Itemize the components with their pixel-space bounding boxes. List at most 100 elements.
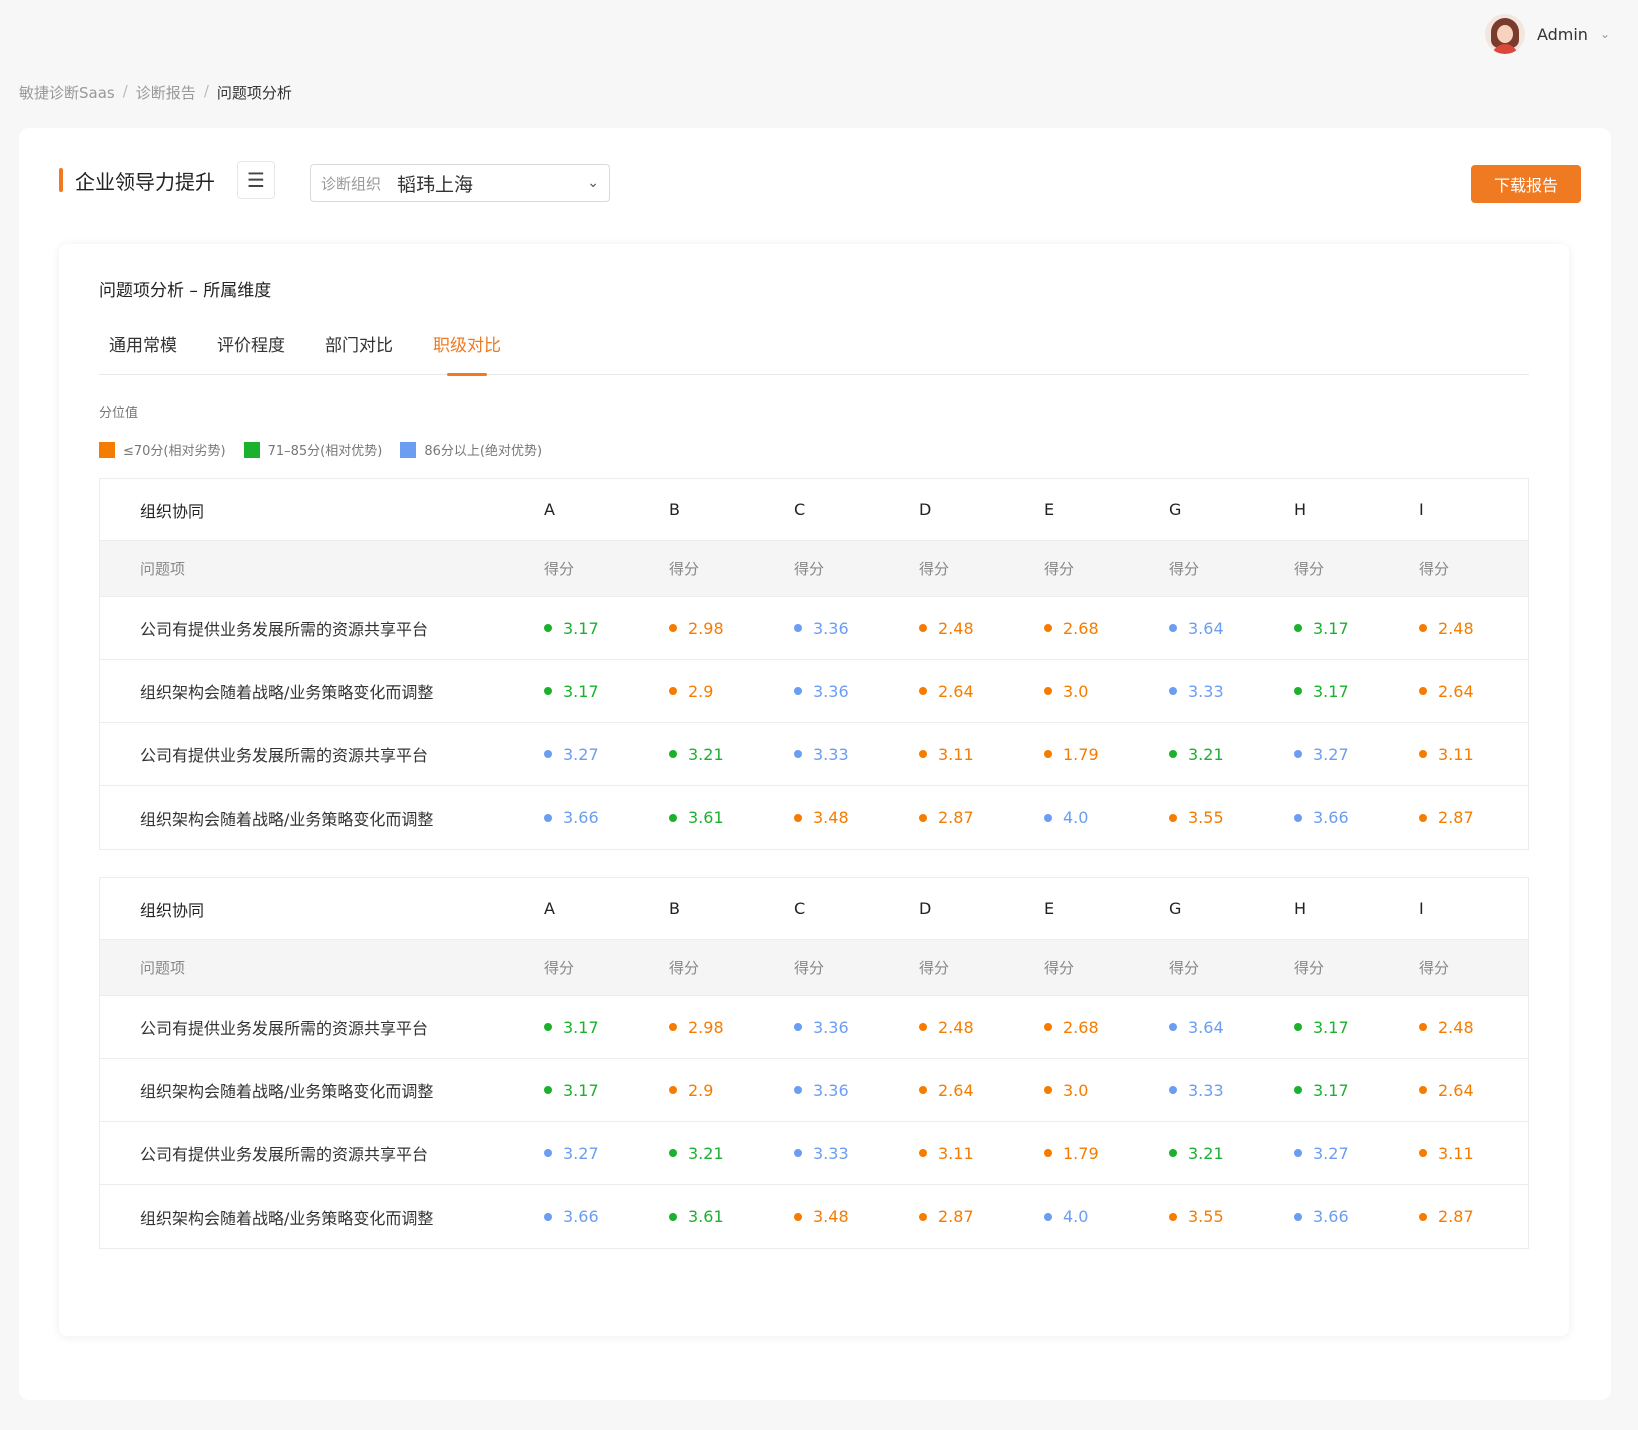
score-table: 组织协同 A B C D E G H I 问题项 得分 得分 得分 得分 得分 得分 得分 得分 公司有提供业务发展…: [99, 478, 1529, 850]
score-value: 3.17: [1313, 1017, 1349, 1037]
score-dot-icon: [1419, 1086, 1427, 1094]
table-row: 公司有提供业务发展所需的资源共享平台 3.17 2.98 3.36 2.48 2.68 3.…: [100, 597, 1528, 660]
table-header-row: 组织协同 A B C D E G H I: [100, 479, 1528, 541]
user-name[interactable]: Admin: [1537, 25, 1588, 44]
avatar[interactable]: [1484, 14, 1525, 54]
score-dot-icon: [1169, 1023, 1177, 1031]
breadcrumb-item-report[interactable]: 诊断报告: [136, 82, 196, 103]
score-value: 2.9: [688, 1080, 714, 1100]
item-header: 问题项: [140, 560, 186, 578]
breadcrumb-item-saas[interactable]: 敏捷诊断Saas: [19, 82, 115, 103]
score-dot-icon: [794, 1149, 802, 1157]
score-value: 3.55: [1188, 1207, 1224, 1226]
score-cell: 2.48: [1399, 619, 1524, 638]
score-cell: 2.98: [649, 619, 774, 638]
score-header: 得分: [1419, 959, 1450, 977]
score-dot-icon: [919, 813, 927, 822]
score-cell: 3.66: [524, 808, 649, 827]
column-header: I: [1419, 500, 1424, 519]
score-value: 3.66: [1313, 808, 1349, 827]
score-cell: 3.36: [774, 682, 899, 701]
chevron-down-icon[interactable]: ⌄: [587, 175, 599, 191]
score-cell: 3.11: [899, 745, 1024, 764]
score-dot-icon: [794, 750, 802, 758]
menu-button[interactable]: ☰: [237, 161, 275, 199]
score-value: 2.87: [1438, 1207, 1474, 1226]
score-cell: 3.27: [524, 745, 649, 764]
score-value: 3.21: [688, 1143, 724, 1163]
question-item: 组织架构会随着战略/业务策略变化而调整: [140, 1208, 434, 1228]
legend-label: 71–85分(相对优势): [267, 444, 383, 459]
score-cell: 3.17: [524, 619, 649, 638]
score-value: 3.21: [1188, 744, 1224, 764]
column-header: D: [919, 899, 932, 918]
score-dot-icon: [794, 687, 802, 695]
item-header: 问题项: [140, 959, 186, 977]
score-dot-icon: [794, 1212, 802, 1221]
score-dot-icon: [1294, 687, 1302, 695]
score-dot-icon: [1169, 1086, 1177, 1094]
breadcrumb: 敏捷诊断Saas / 诊断报告 / 问题项分析: [19, 82, 292, 103]
tab-3[interactable]: 部门对比: [315, 330, 403, 375]
breadcrumb-separator: /: [203, 82, 209, 100]
column-header: A: [544, 500, 555, 519]
score-cell: 3.17: [1274, 682, 1399, 701]
score-cell: 3.48: [774, 1207, 899, 1226]
score-cell: 4.0: [1024, 1207, 1149, 1226]
org-select-value[interactable]: 韬玮上海: [397, 170, 587, 197]
score-dot-icon: [1169, 624, 1177, 632]
score-value: 2.87: [1438, 808, 1474, 827]
table-row: 公司有提供业务发展所需的资源共享平台 3.17 2.98 3.36 2.48 2.68 3.…: [100, 996, 1528, 1059]
score-cell: 3.36: [774, 1018, 899, 1037]
score-value: 3.48: [813, 808, 849, 827]
score-dot-icon: [1294, 1023, 1302, 1031]
score-dot-icon: [669, 1086, 677, 1094]
org-select[interactable]: 诊断组织 韬玮上海 ⌄: [310, 164, 610, 202]
score-dot-icon: [919, 624, 927, 632]
score-dot-icon: [1044, 687, 1052, 695]
score-cell: 4.0: [1024, 808, 1149, 827]
page-title: 企业领导力提升: [75, 169, 215, 194]
score-cell: 2.48: [1399, 1018, 1524, 1037]
top-bar: Admin ⌄: [0, 0, 1638, 66]
tab-1[interactable]: 通用常模: [99, 330, 187, 375]
score-value: 2.64: [938, 1080, 974, 1100]
score-cell: 3.36: [774, 1081, 899, 1100]
column-header: A: [544, 899, 555, 918]
download-report-button[interactable]: 下载报告: [1471, 165, 1581, 203]
score-cell: 3.11: [1399, 1144, 1524, 1163]
score-dot-icon: [1044, 1149, 1052, 1157]
main-card: 企业领导力提升 ☰ 诊断组织 韬玮上海 ⌄ 下载报告 问题项分析 – 所属维度 …: [19, 128, 1611, 1400]
tab-4[interactable]: 职级对比: [423, 330, 511, 376]
score-value: 3.36: [813, 618, 849, 638]
score-cell: 2.87: [899, 1207, 1024, 1226]
score-cell: 3.55: [1149, 1207, 1274, 1226]
score-header: 得分: [669, 959, 700, 977]
legend: ≤70分(相对劣势) 71–85分(相对优势) 86分以上(绝对优势): [99, 440, 542, 459]
tab-2[interactable]: 评价程度: [207, 330, 295, 375]
score-value: 3.17: [563, 1017, 599, 1037]
dimension-name: 组织协同: [140, 900, 205, 920]
score-header: 得分: [919, 959, 950, 977]
score-table: 组织协同 A B C D E G H I 问题项 得分 得分 得分 得分 得分 得分 得分 得分 公司有提供业务发展…: [99, 877, 1529, 1249]
legend-item: 86分以上(绝对优势): [400, 440, 542, 459]
score-dot-icon: [544, 1212, 552, 1221]
chevron-down-icon[interactable]: ⌄: [1600, 27, 1610, 41]
table-row: 组织架构会随着战略/业务策略变化而调整 3.66 3.61 3.48 2.87 4.0 3.…: [100, 1185, 1528, 1248]
question-item: 组织架构会随着战略/业务策略变化而调整: [140, 809, 434, 829]
score-value: 3.27: [1313, 744, 1349, 764]
score-value: 3.11: [1438, 744, 1474, 764]
hamburger-icon: ☰: [247, 168, 265, 192]
score-value: 3.11: [938, 744, 974, 764]
column-header: B: [669, 899, 680, 918]
user-menu[interactable]: Admin ⌄: [1484, 14, 1610, 54]
score-cell: 3.61: [649, 1207, 774, 1226]
score-dot-icon: [794, 624, 802, 632]
score-value: 2.98: [688, 1017, 724, 1037]
score-cell: 2.9: [649, 1081, 774, 1100]
question-item: 组织架构会随着战略/业务策略变化而调整: [140, 1082, 434, 1101]
score-cell: 2.48: [899, 619, 1024, 638]
score-value: 2.64: [1438, 681, 1474, 701]
score-header: 得分: [1044, 959, 1075, 977]
score-dot-icon: [794, 1023, 802, 1031]
